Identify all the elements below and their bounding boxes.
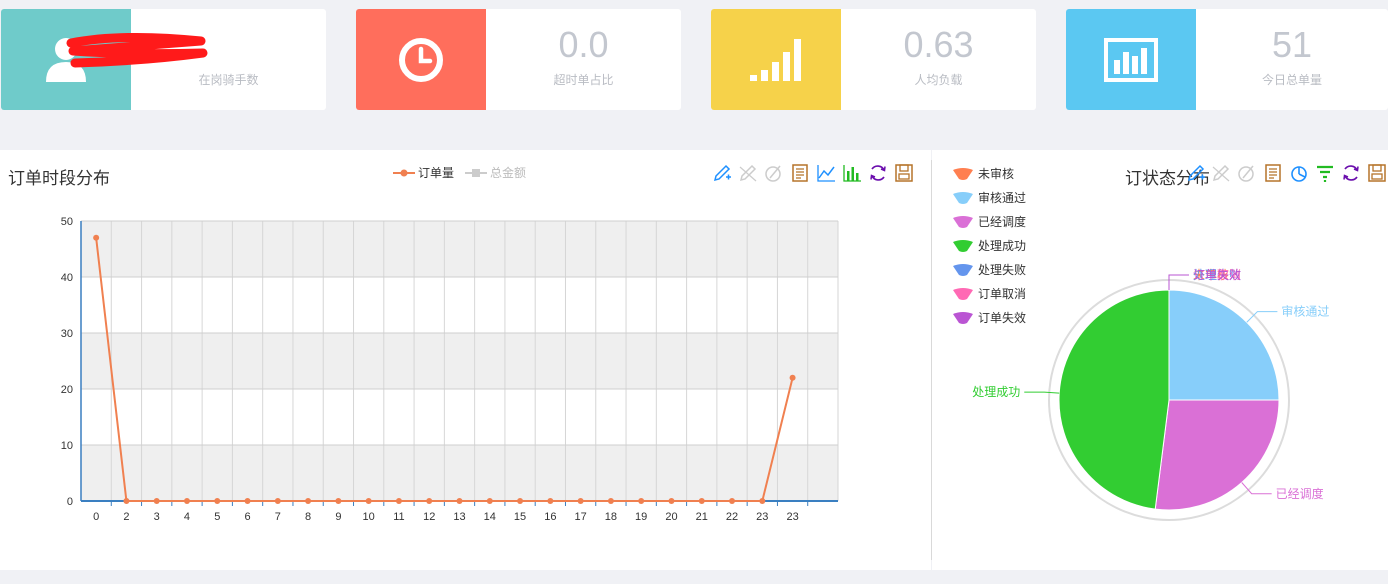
legend-item-order-count[interactable]: 订单量 — [393, 164, 454, 181]
kpi-label: 今日总单量 — [1261, 73, 1322, 87]
mark-icon[interactable] — [712, 163, 732, 183]
mark-icon[interactable] — [1186, 163, 1206, 183]
legend-wedge-icon — [953, 191, 973, 204]
pie-legend-item[interactable]: 处理成功 — [952, 237, 1026, 254]
legend-label: 审核通过 — [978, 191, 1027, 205]
pie-legend-item[interactable]: 处理失败 — [952, 261, 1026, 278]
legend-label: 处理失败 — [978, 263, 1027, 277]
bar-chart-icon-box — [1066, 9, 1196, 110]
line-chart-icon[interactable] — [816, 163, 836, 183]
save-image-icon[interactable] — [1367, 163, 1387, 183]
mark-clear-icon[interactable] — [1237, 163, 1257, 183]
line-chart-panel — [0, 150, 931, 570]
legend-wedge-icon — [953, 263, 973, 276]
panel-divider — [931, 160, 932, 560]
legend-wedge-icon — [953, 215, 973, 228]
kpi-card-overtime: 0.0 超时单占比 — [356, 9, 681, 110]
save-image-icon[interactable] — [894, 163, 914, 183]
signal-icon — [750, 38, 801, 81]
legend-item-total-amount[interactable]: 总金额 — [465, 164, 526, 181]
legend-line-marker-icon — [393, 169, 415, 176]
line-chart-title: 订单时段分布 — [8, 169, 110, 189]
kpi-value: 0.63 — [903, 24, 974, 65]
legend-label: 订单失效 — [978, 311, 1027, 325]
legend-label: 处理成功 — [978, 239, 1027, 253]
pie-legend-item[interactable]: 审核通过 — [952, 189, 1026, 206]
pie-legend-item[interactable]: 未审核 — [952, 165, 1014, 182]
mark-undo-icon[interactable] — [738, 163, 758, 183]
bar-chart-icon — [1104, 37, 1158, 82]
legend-wedge-icon — [953, 239, 973, 252]
pie-legend-item[interactable]: 订单失效 — [952, 309, 1026, 326]
legend-wedge-icon — [953, 167, 973, 180]
data-view-icon[interactable] — [1263, 163, 1283, 183]
refresh-icon[interactable] — [1341, 163, 1361, 183]
mark-clear-icon[interactable] — [764, 163, 784, 183]
pie-legend-item[interactable]: 已经调度 — [952, 213, 1026, 230]
legend-label: 已经调度 — [978, 215, 1027, 229]
kpi-label: 在岗骑手数 — [198, 73, 259, 87]
kpi-card-riders: 在岗骑手数 — [1, 9, 326, 110]
data-view-icon[interactable] — [790, 163, 810, 183]
legend-label: 订单取消 — [978, 287, 1027, 301]
clock-icon-box — [356, 9, 486, 110]
mark-undo-icon[interactable] — [1211, 163, 1231, 183]
kpi-value: 51 — [1271, 24, 1313, 65]
kpi-label: 人均负载 — [914, 73, 963, 87]
funnel-icon[interactable] — [1315, 163, 1335, 183]
legend-label: 订单量 — [418, 166, 455, 180]
signal-icon-box — [711, 9, 841, 110]
legend-square-marker-icon — [465, 168, 487, 177]
kpi-value: 0.0 — [558, 24, 609, 65]
bar-chart-toggle-icon[interactable] — [842, 163, 862, 183]
pie-icon[interactable] — [1289, 163, 1309, 183]
legend-wedge-icon — [953, 311, 973, 324]
clock-icon — [399, 37, 443, 82]
kpi-label: 超时单占比 — [553, 73, 614, 87]
kpi-card-orders: 51 今日总单量 — [1066, 9, 1388, 110]
legend-label: 总金额 — [490, 166, 527, 180]
legend-label: 未审核 — [978, 167, 1015, 181]
legend-wedge-icon — [953, 287, 973, 300]
kpi-card-load: 0.63 人均负载 — [711, 9, 1036, 110]
refresh-icon[interactable] — [868, 163, 888, 183]
pie-legend-item[interactable]: 订单取消 — [952, 285, 1026, 302]
redacted-value-scribble — [66, 32, 208, 68]
